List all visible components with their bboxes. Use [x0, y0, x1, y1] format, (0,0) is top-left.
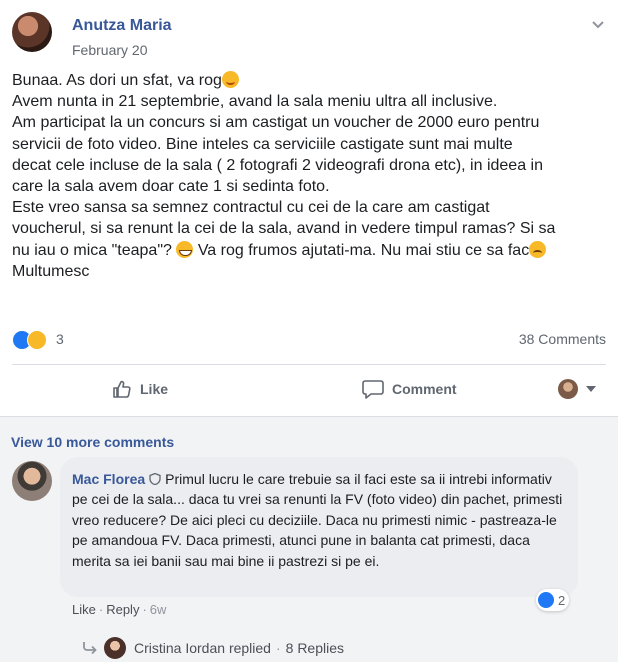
view-more-comments-link[interactable]: View 10 more comments: [11, 434, 174, 450]
replies-summary[interactable]: Cristina Iordan replied · 8 Replies: [82, 636, 344, 660]
comment-content: Mac Florea Primul lucru le care trebuie s…: [72, 469, 568, 571]
reply-arrow-icon: [83, 642, 97, 655]
post-as-selector[interactable]: [558, 370, 596, 408]
comment-icon: [362, 380, 384, 399]
post-line: Bunaa. As dori un sfat, va rog: [12, 72, 222, 89]
reaction-count[interactable]: 3: [56, 331, 64, 347]
post-body: Bunaa. As dori un sfat, va rog Avem nunt…: [12, 70, 612, 282]
replier-name: Cristina Iordan: [134, 640, 226, 656]
commenter-avatar[interactable]: [12, 461, 52, 501]
smile-emoji-icon: [221, 71, 239, 88]
like-label: Like: [140, 381, 169, 397]
post-author[interactable]: Anutza Maria: [72, 17, 172, 35]
comment-reply-link[interactable]: Reply: [106, 602, 139, 617]
reactions-summary: 3 38 Comments: [12, 330, 606, 350]
separator-dot: ·: [142, 602, 147, 617]
comment-reactions[interactable]: 2: [536, 589, 570, 611]
comment-like-link[interactable]: Like: [72, 602, 96, 617]
caret-down-icon: [586, 386, 596, 392]
like-button[interactable]: Like: [112, 370, 168, 408]
comment-label: Comment: [392, 381, 457, 397]
separator-dot: ·: [98, 602, 104, 617]
separator-dot: ·: [275, 640, 281, 656]
comment-text: Primul lucru le care trebuie sa il faci …: [72, 471, 563, 569]
thumbs-up-icon: [113, 380, 131, 398]
comment-time[interactable]: 6w: [150, 602, 167, 617]
comment-bubble: Mac Florea Primul lucru le care trebuie s…: [60, 457, 578, 597]
post-line: servicii de foto video. Bine inteles ca …: [12, 135, 513, 153]
comment-count[interactable]: 38 Comments: [519, 331, 606, 347]
haha-reaction-icon[interactable]: [27, 330, 47, 350]
post-line: Multumesc: [12, 262, 90, 280]
chevron-down-icon[interactable]: [590, 16, 606, 32]
replied-label: replied: [228, 640, 271, 656]
comment-actions: Like · Reply · 6w: [72, 602, 166, 617]
post-line: decat cele incluse de la sala ( 2 fotogr…: [12, 156, 543, 174]
disappointed-emoji-icon: [529, 240, 547, 258]
action-bar: Like Comment: [12, 370, 606, 408]
post-line: Va rog frumos ajutati-ma. Nu mai stiu ce…: [197, 241, 530, 259]
post-line: Avem nunta in 21 septembrie, avand la sa…: [12, 93, 498, 111]
replier-avatar: [104, 637, 126, 659]
post-header: Anutza Maria February 20: [12, 12, 606, 60]
shield-badge-icon: [149, 473, 161, 485]
comment-button[interactable]: Comment: [362, 370, 457, 408]
comment-author[interactable]: Mac Florea: [72, 471, 145, 487]
divider: [12, 364, 606, 365]
post-line: voucherul, si sa renunt la cei de la sal…: [12, 220, 556, 238]
author-avatar[interactable]: [12, 12, 52, 52]
post-line: nu iau o mica "teapa"?: [12, 241, 172, 259]
grin-emoji-icon: [176, 240, 194, 258]
post-line: care la sala avem doar cate 1 si sedinta…: [12, 178, 330, 196]
like-reaction-icon: [538, 592, 554, 608]
viewer-avatar: [558, 379, 578, 399]
replies-count: 8 Replies: [285, 640, 345, 656]
post-date[interactable]: February 20: [72, 42, 147, 58]
comments-section: View 10 more comments Mac Florea Primul l…: [0, 416, 618, 662]
comment-reaction-count: 2: [558, 592, 566, 608]
post-line: Este vreo sansa sa semnez contractul cu …: [12, 199, 490, 217]
post-line: Am participat la un concurs si am castig…: [12, 114, 540, 132]
